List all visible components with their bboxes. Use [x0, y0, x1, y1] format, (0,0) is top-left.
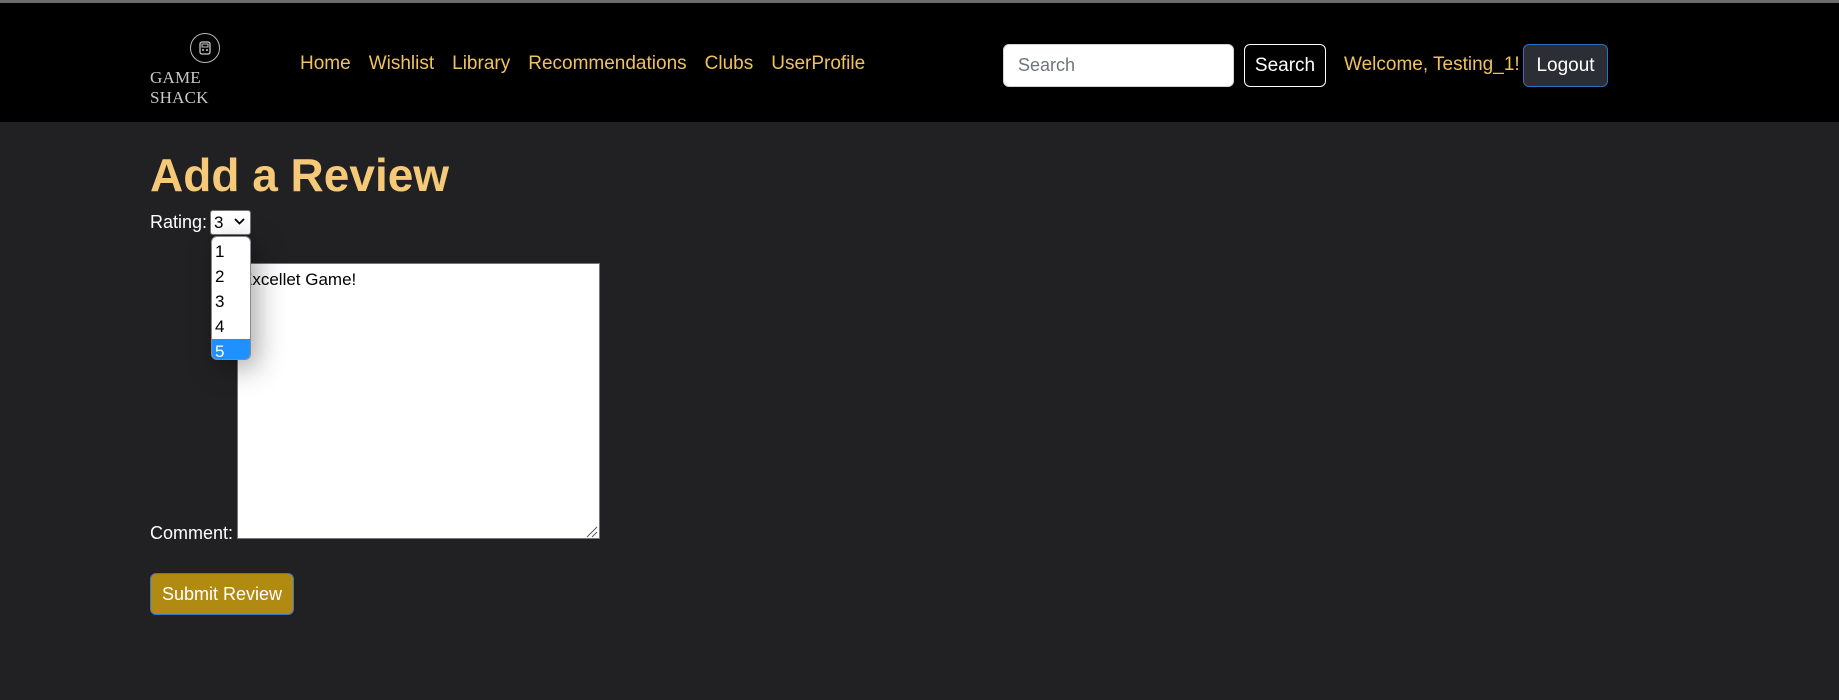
site-logo[interactable]: GAME SHACK — [150, 28, 260, 108]
nav-link-library[interactable]: Library — [452, 53, 510, 75]
resize-grip-icon[interactable] — [584, 524, 598, 538]
rating-select-value: 3 — [214, 212, 224, 232]
navbar: GAME SHACK Home Wishlist Library Recomme… — [0, 3, 1839, 122]
comment-textarea[interactable]: Excellet Game! — [237, 263, 600, 539]
rating-option-4[interactable]: 4 — [212, 314, 250, 339]
rating-select[interactable]: 3 — [210, 210, 251, 235]
chevron-down-icon — [234, 218, 245, 225]
submit-review-button[interactable]: Submit Review — [150, 573, 294, 615]
game-controller-icon — [190, 33, 220, 63]
nav-links: Home Wishlist Library Recommendations Cl… — [300, 53, 883, 75]
rating-option-5[interactable]: 5 — [212, 339, 250, 359]
rating-label: Rating: — [150, 212, 208, 232]
comment-label: Comment: — [150, 523, 234, 543]
logout-button[interactable]: Logout — [1523, 44, 1608, 87]
nav-link-home[interactable]: Home — [300, 53, 351, 75]
page-title: Add a Review — [150, 149, 450, 201]
nav-link-clubs[interactable]: Clubs — [705, 53, 754, 75]
logo-text: GAME SHACK — [150, 68, 209, 107]
nav-link-recommendations[interactable]: Recommendations — [528, 53, 686, 75]
rating-option-2[interactable]: 2 — [212, 264, 250, 289]
nav-link-wishlist[interactable]: Wishlist — [369, 53, 434, 75]
search-input[interactable] — [1003, 44, 1234, 87]
nav-link-userprofile[interactable]: UserProfile — [771, 53, 865, 75]
rating-option-1[interactable]: 1 — [212, 239, 250, 264]
search-button[interactable]: Search — [1244, 44, 1326, 87]
rating-option-3[interactable]: 3 — [212, 289, 250, 314]
rating-dropdown-list: 1 2 3 4 5 — [211, 236, 251, 360]
welcome-message: Welcome, Testing_1! — [1344, 54, 1520, 75]
